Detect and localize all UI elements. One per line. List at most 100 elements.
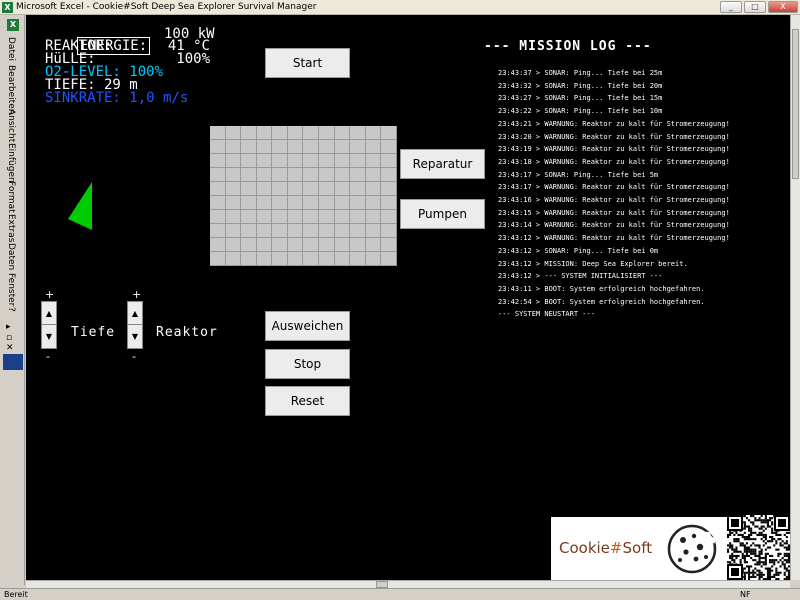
- grid-cell[interactable]: [365, 154, 382, 168]
- grid-cell[interactable]: [272, 252, 288, 266]
- grid-cell[interactable]: [287, 140, 304, 154]
- minimize-button[interactable]: _: [720, 1, 742, 13]
- start-button[interactable]: Start: [265, 48, 350, 78]
- depth-up-button[interactable]: ▲: [42, 303, 56, 325]
- menu-item-einfuegen[interactable]: Einfügen: [6, 143, 16, 183]
- grid-cell[interactable]: [303, 210, 320, 224]
- grid-cell[interactable]: [319, 126, 335, 140]
- grid-cell[interactable]: [319, 252, 335, 266]
- grid-cell[interactable]: [210, 224, 226, 238]
- horizontal-scroll-thumb[interactable]: [376, 581, 388, 588]
- grid-cell[interactable]: [225, 168, 242, 182]
- stop-button[interactable]: Stop: [265, 349, 350, 379]
- grid-cell[interactable]: [256, 252, 273, 266]
- grid-cell[interactable]: [319, 224, 335, 238]
- grid-cell[interactable]: [319, 238, 335, 252]
- grid-cell[interactable]: [350, 182, 366, 196]
- grid-cell[interactable]: [365, 168, 382, 182]
- grid-cell[interactable]: [381, 224, 397, 238]
- grid-cell[interactable]: [225, 140, 242, 154]
- grid-cell[interactable]: [256, 126, 273, 140]
- grid-cell[interactable]: [334, 182, 351, 196]
- menu-item-bearbeiten[interactable]: Bearbeiten: [6, 65, 16, 114]
- grid-cell[interactable]: [256, 140, 273, 154]
- grid-cell[interactable]: [225, 196, 242, 210]
- grid-cell[interactable]: [365, 182, 382, 196]
- grid-cell[interactable]: [381, 196, 397, 210]
- grid-cell[interactable]: [256, 196, 273, 210]
- grid-cell[interactable]: [287, 224, 304, 238]
- grid-cell[interactable]: [334, 126, 351, 140]
- menu-item-datei[interactable]: Datei: [6, 37, 16, 61]
- grid-cell[interactable]: [241, 168, 257, 182]
- repair-button[interactable]: Reparatur: [400, 149, 485, 179]
- evade-button[interactable]: Ausweichen: [265, 311, 350, 341]
- grid-cell[interactable]: [256, 224, 273, 238]
- hull-grid[interactable]: [210, 126, 397, 266]
- grid-cell[interactable]: [381, 238, 397, 252]
- grid-cell[interactable]: [303, 238, 320, 252]
- vertical-scroll-thumb[interactable]: [792, 29, 799, 179]
- grid-cell[interactable]: [225, 154, 242, 168]
- grid-cell[interactable]: [210, 182, 226, 196]
- grid-cell[interactable]: [303, 224, 320, 238]
- grid-cell[interactable]: [210, 252, 226, 266]
- grid-cell[interactable]: [241, 140, 257, 154]
- grid-cell[interactable]: [319, 182, 335, 196]
- grid-cell[interactable]: [350, 196, 366, 210]
- grid-cell[interactable]: [303, 252, 320, 266]
- grid-cell[interactable]: [334, 210, 351, 224]
- grid-cell[interactable]: [334, 168, 351, 182]
- grid-cell[interactable]: [381, 210, 397, 224]
- grid-cell[interactable]: [303, 140, 320, 154]
- grid-cell[interactable]: [365, 196, 382, 210]
- grid-cell[interactable]: [381, 126, 397, 140]
- grid-cell[interactable]: [381, 154, 397, 168]
- grid-cell[interactable]: [365, 210, 382, 224]
- grid-cell[interactable]: [287, 210, 304, 224]
- grid-cell[interactable]: [256, 182, 273, 196]
- grid-cell[interactable]: [272, 168, 288, 182]
- grid-cell[interactable]: [256, 210, 273, 224]
- menu-item-format[interactable]: Format: [6, 181, 16, 213]
- grid-cell[interactable]: [381, 140, 397, 154]
- grid-cell[interactable]: [272, 224, 288, 238]
- grid-cell[interactable]: [272, 210, 288, 224]
- grid-cell[interactable]: [272, 154, 288, 168]
- grid-cell[interactable]: [210, 168, 226, 182]
- grid-cell[interactable]: [350, 168, 366, 182]
- grid-cell[interactable]: [287, 168, 304, 182]
- active-toolbar-icon[interactable]: [3, 354, 23, 370]
- menu-item-ansicht[interactable]: Ansicht: [6, 109, 16, 142]
- grid-cell[interactable]: [210, 196, 226, 210]
- grid-cell[interactable]: [225, 224, 242, 238]
- grid-cell[interactable]: [319, 168, 335, 182]
- grid-cell[interactable]: [319, 154, 335, 168]
- grid-cell[interactable]: [225, 252, 242, 266]
- maximize-button[interactable]: □: [744, 1, 766, 13]
- grid-cell[interactable]: [256, 154, 273, 168]
- grid-cell[interactable]: [334, 252, 351, 266]
- grid-cell[interactable]: [303, 196, 320, 210]
- grid-cell[interactable]: [319, 196, 335, 210]
- help-icon[interactable]: ▸: [6, 322, 11, 332]
- grid-cell[interactable]: [272, 182, 288, 196]
- grid-cell[interactable]: [210, 126, 226, 140]
- grid-cell[interactable]: [272, 126, 288, 140]
- grid-cell[interactable]: [225, 210, 242, 224]
- grid-cell[interactable]: [241, 252, 257, 266]
- grid-cell[interactable]: [210, 210, 226, 224]
- grid-cell[interactable]: [303, 154, 320, 168]
- grid-cell[interactable]: [381, 168, 397, 182]
- grid-cell[interactable]: [241, 238, 257, 252]
- depth-spinner[interactable]: ▲ ▼: [41, 301, 57, 349]
- grid-cell[interactable]: [287, 196, 304, 210]
- menu-item-daten[interactable]: Daten: [6, 243, 16, 270]
- grid-cell[interactable]: [365, 140, 382, 154]
- grid-cell[interactable]: [334, 154, 351, 168]
- grid-cell[interactable]: [256, 168, 273, 182]
- grid-cell[interactable]: [334, 238, 351, 252]
- grid-cell[interactable]: [350, 224, 366, 238]
- close-workbook-icon[interactable]: ✕: [6, 343, 14, 353]
- grid-cell[interactable]: [287, 252, 304, 266]
